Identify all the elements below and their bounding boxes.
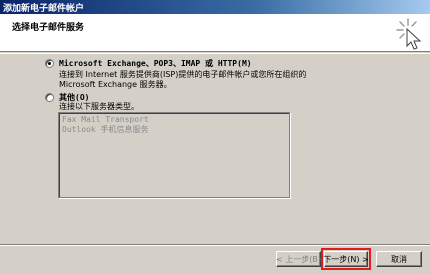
exchange-description-1: 连接到 Internet 服务提供商(ISP)提供的电子邮件帐户或您所在组织的 — [59, 70, 307, 79]
title-bar[interactable]: 添加新电子邮件帐户 — [0, 0, 430, 14]
back-button[interactable]: < 上一步(B) — [276, 251, 321, 267]
exchange-radio[interactable] — [45, 59, 54, 68]
list-item: Fax Mail Transport — [62, 115, 149, 124]
exchange-label[interactable]: Microsoft Exchange、POP3、IMAP 或 HTTP(M) — [59, 58, 252, 69]
wizard-header: 选择电子邮件服务 — [0, 14, 430, 52]
other-radio[interactable] — [45, 93, 54, 102]
list-item: Outlook 手机信息服务 — [62, 125, 149, 134]
next-button-highlight — [321, 248, 371, 270]
option-exchange[interactable]: Microsoft Exchange、POP3、IMAP 或 HTTP(M) — [45, 58, 252, 69]
page-heading: 选择电子邮件服务 — [12, 23, 85, 33]
cancel-button[interactable]: 取消 — [376, 251, 422, 267]
add-email-account-dialog: 添加新电子邮件帐户 选择电子邮件服务 Microsoft Exchange、PO… — [0, 0, 430, 274]
footer-separator — [0, 244, 430, 246]
other-description: 连接以下服务器类型。 — [59, 102, 139, 111]
wizard-content: Microsoft Exchange、POP3、IMAP 或 HTTP(M) 连… — [0, 54, 430, 240]
server-type-list: Fax Mail Transport Outlook 手机信息服务 — [58, 112, 290, 198]
exchange-description-2: Microsoft Exchange 服务器。 — [59, 80, 172, 89]
window-title: 添加新电子邮件帐户 — [3, 3, 85, 14]
wizard-sparkle-icon — [396, 18, 422, 50]
